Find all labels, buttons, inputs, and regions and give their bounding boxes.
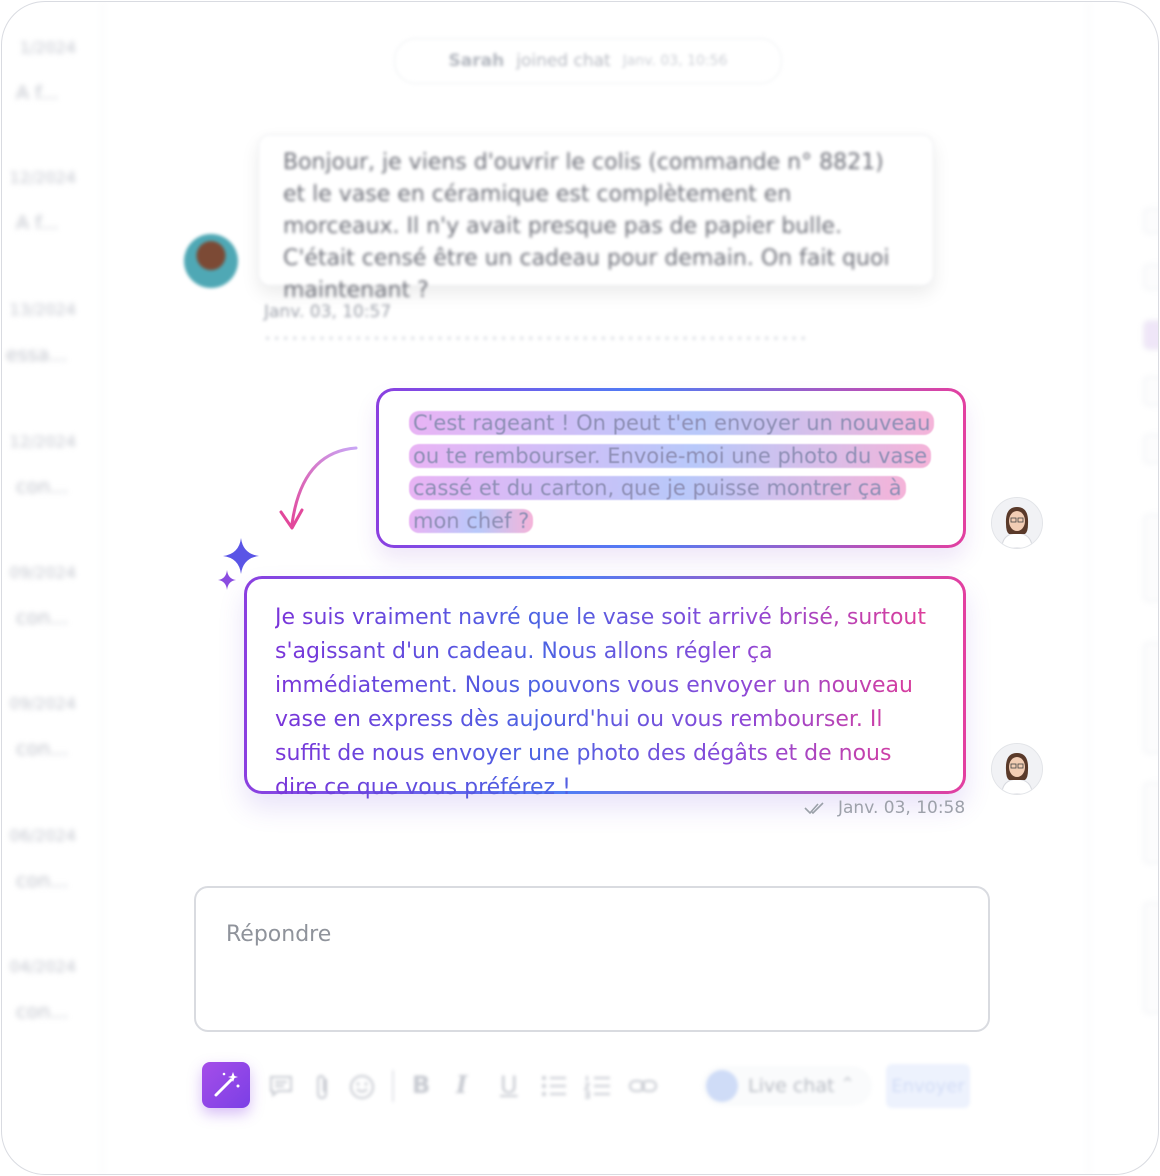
panel-card: [1143, 782, 1158, 864]
conversation-date: 04/2024: [9, 957, 76, 976]
system-event: Sarah joined chat Janv. 03, 10:56: [394, 38, 782, 84]
rewrite-arrow-icon: [279, 446, 358, 530]
ai-rewrite-text: Je suis vraiment navré que le vase soit …: [275, 601, 935, 805]
conversation-date: 12/2024: [9, 168, 76, 187]
toolbar-divider: [392, 1070, 394, 1102]
note-icon[interactable]: [268, 1073, 294, 1099]
conversation-preview: con...: [16, 870, 69, 892]
ai-assist-button[interactable]: [202, 1062, 250, 1108]
panel-field: [1143, 208, 1158, 234]
conversation-date: 12/2024: [9, 432, 76, 451]
conversation-preview: A f...: [16, 82, 59, 104]
magic-wand-icon: [214, 1072, 240, 1097]
panel-field: [1143, 434, 1158, 464]
agent-name: Sarah: [448, 51, 505, 71]
italic-icon[interactable]: I: [456, 1073, 467, 1097]
composer-toolbar: B I U Live chat ⌃ Envoyer: [202, 1062, 982, 1110]
conversation-date: 1/2024: [19, 38, 76, 57]
bullet-list-icon[interactable]: [540, 1073, 568, 1099]
event-action: joined chat: [516, 51, 611, 71]
panel-tag: [1143, 320, 1158, 350]
conversation-preview: A f...: [16, 212, 59, 234]
conversation-list: 1/2024 A f... 12/2024 A f... 13/2024 ess…: [2, 2, 103, 1174]
customer-avatar: [184, 234, 238, 288]
ai-rewrite-time: Janv. 03, 10:58: [838, 798, 966, 818]
panel-field: [1143, 376, 1158, 406]
send-button[interactable]: Envoyer: [886, 1064, 970, 1108]
channel-selector[interactable]: Live chat ⌃: [702, 1066, 872, 1106]
dotted-divider: ••••••••••••••••••••••••••••••••••••••••…: [264, 332, 809, 346]
agent-draft-text: C'est rageant ! On peut t'en envoyer un …: [409, 411, 935, 533]
ai-rewrite-bubble[interactable]: Je suis vraiment navré que le vase soit …: [244, 576, 966, 800]
double-check-icon: [804, 802, 824, 815]
chat-bubble-icon: [706, 1070, 738, 1102]
app-window: 1/2024 A f... 12/2024 A f... 13/2024 ess…: [1, 1, 1159, 1175]
conversation-date: 09/2024: [9, 694, 76, 713]
conversation-preview: con...: [16, 476, 69, 498]
customer-message-time: Janv. 03, 10:57: [264, 302, 392, 322]
customer-message-bubble: Bonjour, je viens d'ouvrir le colis (com…: [258, 134, 934, 303]
reply-input[interactable]: Répondre: [194, 886, 990, 1032]
panel-card: [1143, 514, 1158, 602]
send-label: Envoyer: [891, 1075, 965, 1097]
conversation-preview: essa...: [6, 344, 68, 366]
chevron-up-icon: ⌃: [840, 1074, 856, 1095]
panel-field: [1143, 264, 1158, 290]
conversation-preview: con...: [16, 607, 69, 629]
details-panel: [1088, 2, 1158, 1174]
panel-card: [1143, 642, 1158, 754]
conversation-date: 13/2024: [9, 300, 76, 319]
link-icon[interactable]: [628, 1073, 658, 1099]
conversation-date: 06/2024: [9, 826, 76, 845]
bold-icon[interactable]: B: [412, 1073, 430, 1097]
numbered-list-icon[interactable]: [584, 1073, 612, 1099]
customer-message-text: Bonjour, je viens d'ouvrir le colis (com…: [283, 150, 890, 303]
agent-avatar: [991, 743, 1043, 795]
conversation-date: 09/2024: [9, 563, 76, 582]
agent-avatar: [991, 497, 1043, 549]
channel-label: Live chat: [748, 1075, 835, 1097]
emoji-icon[interactable]: [348, 1073, 376, 1101]
event-time: Janv. 03, 10:56: [622, 53, 728, 69]
agent-draft-bubble[interactable]: C'est rageant ! On peut t'en envoyer un …: [376, 388, 966, 548]
underline-icon[interactable]: U: [500, 1073, 518, 1097]
conversation-preview: con...: [16, 1001, 69, 1023]
conversation-preview: con...: [16, 738, 69, 760]
panel-card: [1143, 902, 1158, 1014]
paperclip-icon[interactable]: [312, 1073, 334, 1101]
reply-placeholder: Répondre: [226, 922, 332, 947]
